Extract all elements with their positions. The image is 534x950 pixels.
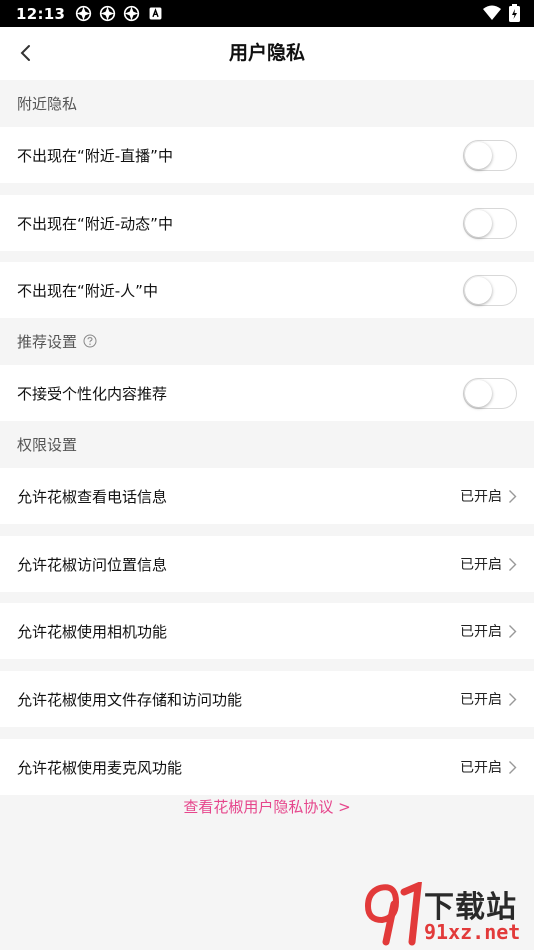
row-label: 不出现在“附近-直播”中 xyxy=(17,146,173,165)
watermark-logo-icon xyxy=(364,882,422,946)
chevron-right-icon xyxy=(508,624,517,639)
section-header-permissions: 权限设置 xyxy=(17,435,78,454)
toggle-row-nearby-live: 不出现在“附近-直播”中 xyxy=(0,127,534,183)
toggle-row-nearby-people: 不出现在“附近-人”中 xyxy=(0,262,534,318)
wifi-icon xyxy=(483,5,501,20)
status-right-icons xyxy=(483,4,520,22)
status-time: 12:13 xyxy=(16,4,66,23)
row-label: 不出现在“附近-动态”中 xyxy=(17,214,173,233)
toggle-row-nearby-feed: 不出现在“附近-动态”中 xyxy=(0,195,534,251)
permission-status: 已开启 xyxy=(460,557,502,573)
toggle-knob xyxy=(465,209,492,237)
chevron-right-icon xyxy=(508,557,517,572)
hide-nearby-people-toggle[interactable] xyxy=(463,274,517,306)
toggle-knob xyxy=(465,141,492,169)
permission-row-phone[interactable]: 允许花椒查看电话信息 已开启 xyxy=(0,468,534,524)
status-bar: 12:13 xyxy=(0,0,534,27)
refuse-personalized-recommend-toggle[interactable] xyxy=(463,377,517,409)
permission-row-camera[interactable]: 允许花椒使用相机功能 已开启 xyxy=(0,603,534,659)
permission-status: 已开启 xyxy=(460,489,502,505)
notification-app-icon xyxy=(124,5,140,22)
text-notification-icon xyxy=(149,7,162,20)
hide-nearby-feed-toggle[interactable] xyxy=(463,207,517,239)
toggle-knob xyxy=(465,276,492,304)
row-label: 允许花椒使用麦克风功能 xyxy=(17,758,183,777)
toggle-row-personalized-recommend: 不接受个性化内容推荐 xyxy=(0,365,534,421)
row-label: 允许花椒访问位置信息 xyxy=(17,555,168,574)
row-label: 允许花椒查看电话信息 xyxy=(17,487,168,506)
permission-status: 已开启 xyxy=(460,760,502,776)
section-header-nearby: 附近隐私 xyxy=(17,94,78,113)
permission-status: 已开启 xyxy=(460,692,502,708)
toggle-knob xyxy=(465,379,492,407)
notification-app-icon xyxy=(76,5,92,22)
row-label: 不出现在“附近-人”中 xyxy=(17,281,158,300)
row-label: 允许花椒使用相机功能 xyxy=(17,622,168,641)
permission-status: 已开启 xyxy=(460,624,502,640)
permission-row-location[interactable]: 允许花椒访问位置信息 已开启 xyxy=(0,536,534,592)
chevron-right-icon xyxy=(508,489,517,504)
permission-row-microphone[interactable]: 允许花椒使用麦克风功能 已开启 xyxy=(0,739,534,795)
watermark: 下载站 91xz.net xyxy=(360,882,532,948)
hide-nearby-live-toggle[interactable] xyxy=(463,139,517,171)
notification-app-icon xyxy=(100,5,116,22)
help-icon[interactable] xyxy=(83,334,97,348)
section-header-recommend: 推荐设置 xyxy=(0,318,534,364)
privacy-policy-link[interactable]: 查看花椒用户隐私协议 > xyxy=(0,796,534,817)
nav-bar: 用户隐私 xyxy=(0,27,534,80)
row-label: 允许花椒使用文件存储和访问功能 xyxy=(17,690,243,709)
battery-charging-icon xyxy=(509,4,520,22)
notification-icons xyxy=(75,5,164,22)
permission-row-storage[interactable]: 允许花椒使用文件存储和访问功能 已开启 xyxy=(0,671,534,727)
watermark-domain: 91xz.net xyxy=(424,920,521,944)
row-label: 不接受个性化内容推荐 xyxy=(17,384,168,403)
chevron-right-icon xyxy=(508,760,517,775)
chevron-right-icon xyxy=(508,692,517,707)
section-title: 推荐设置 xyxy=(17,332,78,351)
page-title: 用户隐私 xyxy=(228,42,305,64)
